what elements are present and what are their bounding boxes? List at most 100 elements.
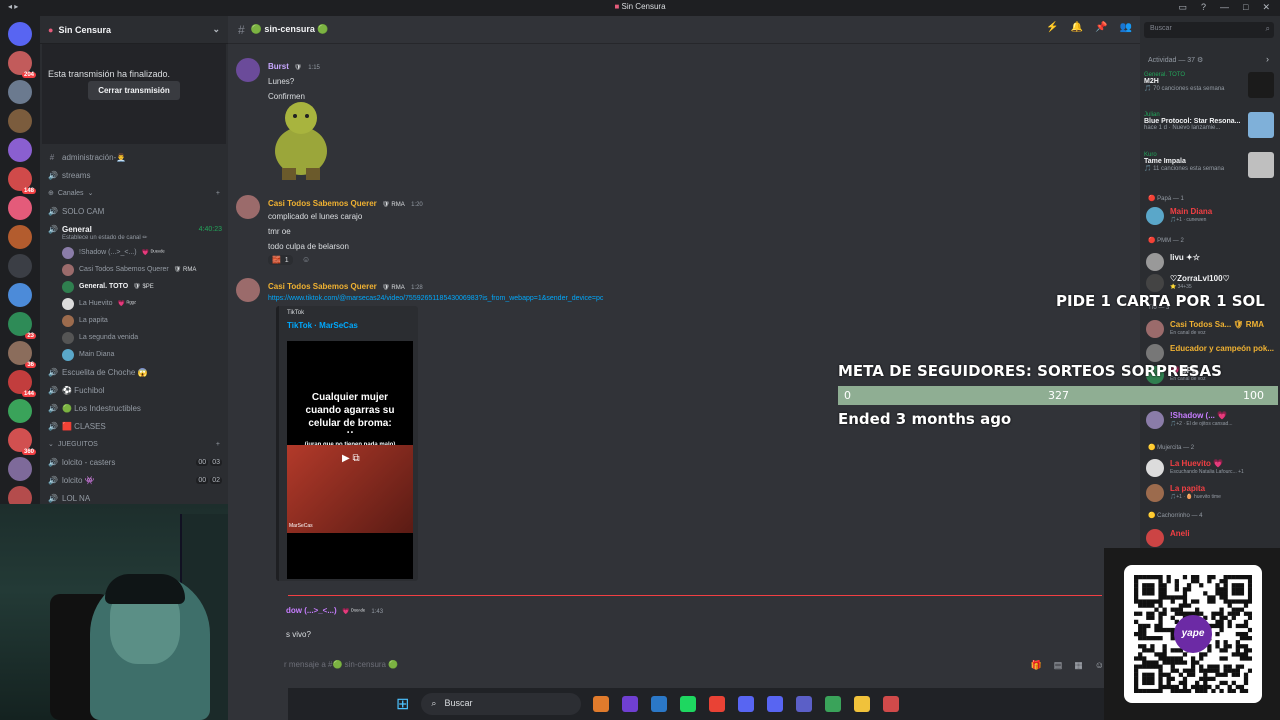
gif-icon[interactable]: ▤: [1054, 660, 1063, 671]
shrek-gif[interactable]: [268, 96, 334, 180]
taskbar-app-icon[interactable]: [622, 696, 639, 712]
activity-card[interactable]: Kuro Tame Impala 🎵 11 canciones esta seman…: [1144, 152, 1274, 178]
server-icon[interactable]: [8, 138, 32, 162]
author-name[interactable]: Casi Todos Sabemos Querer: [268, 199, 377, 208]
server-icon[interactable]: [8, 22, 32, 46]
voice-user[interactable]: La segunda venida: [40, 329, 228, 346]
server-icon[interactable]: 36: [8, 341, 36, 368]
members-icon[interactable]: 👥: [1120, 22, 1132, 33]
embed-video[interactable]: Cualquier mujer cuando agarras su celula…: [287, 341, 413, 579]
voice-user[interactable]: La papita: [40, 312, 228, 329]
server-icon[interactable]: 144: [8, 370, 36, 397]
member-item[interactable]: La Huevito 💗 Escuchando Natalia Lafourc..…: [1146, 457, 1276, 479]
chevron-right-icon[interactable]: ›: [1266, 54, 1269, 64]
avatar[interactable]: [236, 195, 260, 219]
taskbar-app-icon[interactable]: [767, 696, 784, 712]
taskbar-app-icon[interactable]: [680, 696, 697, 712]
avatar[interactable]: [236, 278, 260, 302]
server-icon[interactable]: 23: [8, 312, 36, 339]
add-reaction-icon[interactable]: ☺: [302, 255, 310, 264]
member-item[interactable]: La papita 🎵+1 · 🥚 huevito time: [1146, 482, 1276, 504]
embed-title[interactable]: TikTok · MarSeCas: [287, 321, 410, 330]
inbox-icon[interactable]: ▭: [1178, 2, 1187, 13]
threads-icon[interactable]: ⚡: [1046, 22, 1058, 33]
server-icon[interactable]: 360: [8, 428, 36, 455]
search-input[interactable]: Buscar ⌕: [1144, 22, 1274, 38]
voice-user[interactable]: Main Diana: [40, 346, 228, 363]
server-icon[interactable]: [8, 254, 32, 278]
channel-item[interactable]: 🔊 SOLO CAM: [40, 202, 228, 220]
voice-user[interactable]: La Huevito 💗 ᴿᵍᵍᶻ: [40, 295, 228, 312]
channel-item[interactable]: 🔊 lolcito 👾 00 02: [40, 471, 228, 489]
server-icon[interactable]: [8, 399, 32, 423]
minimize-button[interactable]: —: [1220, 2, 1229, 13]
taskbar-app-icon[interactable]: [825, 696, 842, 712]
member-item[interactable]: livu ✦☆: [1146, 251, 1276, 273]
author-name[interactable]: Casi Todos Sabemos Querer: [268, 282, 377, 291]
help-icon[interactable]: ?: [1201, 2, 1206, 13]
add-channel-icon[interactable]: +: [216, 190, 220, 197]
server-icon[interactable]: [8, 109, 32, 133]
emoji-icon[interactable]: ☺: [1095, 660, 1104, 671]
server-icon[interactable]: [8, 196, 32, 220]
taskbar-app-icon[interactable]: [593, 696, 610, 712]
play-icon[interactable]: ▶ ⧉: [342, 453, 360, 464]
member-item[interactable]: Educador y campeón pok...: [1146, 342, 1276, 364]
guild-header[interactable]: ● Sin Censura ⌄: [40, 16, 228, 44]
taskbar-app-icon[interactable]: [796, 696, 813, 712]
category-canales[interactable]: ⊕ Canales ⌄ +: [40, 184, 228, 202]
server-icon[interactable]: [8, 457, 32, 481]
server-icon[interactable]: 148: [8, 167, 36, 194]
server-icon[interactable]: [8, 80, 32, 104]
author-name[interactable]: Burst: [268, 62, 289, 71]
channel-item[interactable]: 🔊 streams: [40, 166, 228, 184]
voice-user[interactable]: !Shadow (...>_<...) 💗 ᴰᵘᵉⁿᵈᵉ: [40, 244, 228, 261]
add-channel-icon[interactable]: +: [216, 441, 220, 448]
taskbar-search[interactable]: ⌕ Buscar: [421, 693, 582, 715]
channel-item[interactable]: # administración-👨‍💼: [40, 148, 228, 166]
channel-item[interactable]: 🔊 ⚽ Fuchibol: [40, 381, 228, 399]
voice-user[interactable]: General. TOTO 🛡 $PE: [40, 278, 228, 295]
channel-item[interactable]: 🔊 🟢 Los Indestructibles: [40, 399, 228, 417]
taskbar-app-icon[interactable]: [854, 696, 871, 712]
tiktok-link[interactable]: https://www.tiktok.com/@marsecas24/video…: [268, 295, 603, 302]
message-input[interactable]: r mensaje a #🟢 sin-censura 🟢 🎁 ▤ ▦ ☺: [284, 654, 1104, 678]
taskbar-app-icon[interactable]: [651, 696, 668, 712]
message[interactable]: Casi Todos Sabemos Querer 🛡 RMA 1:20 com…: [236, 195, 423, 265]
member-item[interactable]: Main Diana 🎵+1 · cunewen: [1146, 205, 1276, 227]
channel-item[interactable]: 🔊 lolcito - casters 00 03: [40, 453, 228, 471]
reaction-pill[interactable]: 🧱 1: [268, 255, 293, 265]
member-item[interactable]: !Shadow (... 💗 🎵+2 · El de ojitos cansad.…: [1146, 409, 1276, 431]
maximize-button[interactable]: □: [1243, 2, 1248, 13]
channel-general[interactable]: 🔊 General 4:40:23: [40, 220, 228, 238]
taskbar-app-icon[interactable]: [883, 696, 900, 712]
qr-module: [1247, 611, 1253, 616]
channel-item[interactable]: 🔊 🟥 CLASES: [40, 417, 228, 435]
category-jueguitos[interactable]: ⌄ JUEGUITOS +: [40, 435, 228, 453]
taskbar-app-icon[interactable]: [709, 696, 726, 712]
message[interactable]: Casi Todos Sabemos Querer 🛡 RMA 1:28 htt…: [236, 278, 603, 302]
taskbar-app-icon[interactable]: [738, 696, 755, 712]
server-icon[interactable]: 204: [8, 51, 36, 78]
avatar[interactable]: [236, 58, 260, 82]
pin-icon[interactable]: 📌: [1095, 22, 1107, 33]
server-icon[interactable]: [8, 225, 32, 249]
activity-card[interactable]: General. TOTO M2H 🎵 70 canciones esta sema…: [1144, 72, 1274, 98]
voice-user[interactable]: Casi Todos Sabemos Querer 🛡 RMA: [40, 261, 228, 278]
author-name[interactable]: dow (...>_<...): [286, 606, 337, 615]
bell-icon[interactable]: 🔔: [1071, 22, 1083, 33]
member-item[interactable]: ♡ZorraLvl100♡ ⭐ 34+35: [1146, 272, 1276, 294]
sticker-icon[interactable]: ▦: [1074, 660, 1083, 671]
close-button[interactable]: ✕: [1262, 2, 1270, 13]
message[interactable]: dow (...>_<...) 💗 ᴰᵘᵉⁿᵈᵉ 1:43 s vivo?: [286, 602, 383, 639]
activity-card[interactable]: Julian Blue Protocol: Star Resona... hace …: [1144, 112, 1274, 138]
qr-module: [1235, 607, 1240, 612]
message[interactable]: Burst 🛡 1:15 Lunes? Confirmen: [236, 58, 320, 101]
windows-start-icon[interactable]: ⊞: [396, 694, 409, 714]
channel-item[interactable]: 🔊 Escuelita de Choche 😱: [40, 363, 228, 381]
gift-icon[interactable]: 🎁: [1031, 660, 1042, 671]
member-item[interactable]: Aneli: [1146, 527, 1276, 549]
server-icon[interactable]: [8, 283, 32, 307]
close-stream-button[interactable]: Cerrar transmisión: [88, 81, 180, 100]
member-item[interactable]: Casi Todos Sa... 🛡 RMA En canal de voz: [1146, 318, 1276, 340]
